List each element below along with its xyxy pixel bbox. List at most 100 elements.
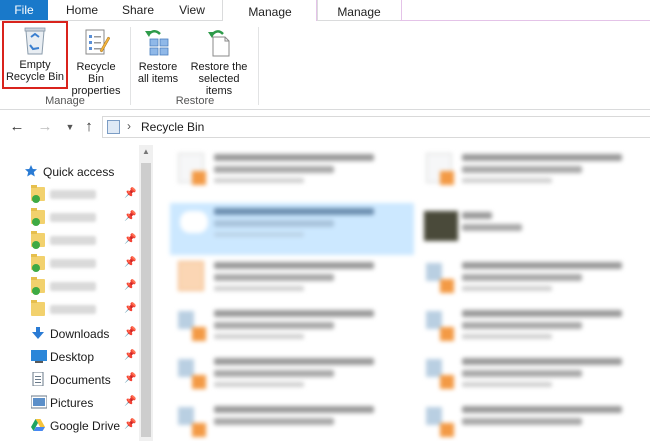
file-item[interactable] [418,257,648,299]
up-arrow-icon[interactable]: ↑ [79,117,99,137]
recycle-bin-properties-button[interactable]: Recycle Bin properties [68,25,124,97]
pin-icon[interactable]: 📌 [124,188,136,199]
nav-label-blurred [50,236,96,245]
breadcrumb-chevron-icon[interactable]: › [127,119,131,133]
tab-manage[interactable]: Manage [316,0,402,23]
nav-item-folder[interactable]: 📌 [0,207,140,229]
restore-all-items-button[interactable]: Restore all items [134,25,182,87]
nav-item-folder[interactable]: 📌 [0,230,140,252]
nav-label-blurred [50,213,96,222]
file-type-icon [440,279,454,293]
nav-item-folder[interactable]: 📌 [0,276,140,298]
nav-item-quick-access[interactable]: Quick access [0,161,140,183]
tab-home[interactable]: Home [54,0,110,20]
file-name-blurred [462,166,582,173]
nav-label-blurred [50,282,96,291]
restore-all-icon [144,27,172,57]
pin-icon[interactable]: 📌 [124,303,136,314]
file-info-blurred [462,334,552,339]
sync-ok-icon [32,241,40,249]
nav-pane-scrollbar[interactable]: ▲ [139,145,153,441]
pin-icon[interactable]: 📌 [124,419,136,430]
pin-icon[interactable]: 📌 [124,327,136,338]
nav-item-google-drive[interactable]: Google Drive 📌 [0,415,140,437]
file-item[interactable] [418,401,648,441]
file-item[interactable] [170,305,400,347]
file-item[interactable] [170,149,400,191]
file-item-selected[interactable] [170,203,414,255]
scroll-up-arrow-icon[interactable]: ▲ [139,147,153,156]
forward-arrow-icon[interactable]: → [35,117,55,137]
nav-item-downloads[interactable]: Downloads 📌 [0,323,140,345]
file-name-blurred [462,310,622,317]
nav-item-folder[interactable]: 📌 [0,253,140,275]
tab-file[interactable]: File [0,0,48,20]
pin-icon[interactable]: 📌 [124,257,136,268]
breadcrumb-recycle-bin[interactable]: Recycle Bin [141,120,204,134]
star-icon [24,164,38,178]
pin-icon[interactable]: 📌 [124,373,136,384]
file-name-blurred [462,322,582,329]
nav-label-blurred [50,190,96,199]
group-label-manage: Manage [45,95,85,107]
file-name-blurred [214,220,334,227]
recycle-bin-icon [21,25,49,55]
file-name-blurred [214,358,374,365]
back-arrow-icon[interactable]: ← [7,117,27,137]
nav-label-pictures: Pictures [50,396,94,410]
file-item[interactable] [418,353,648,395]
file-type-icon [192,375,206,389]
tab-manage-recycle-bin-tools[interactable]: Manage [222,0,318,21]
nav-label-blurred [50,305,96,314]
file-name-blurred [214,322,334,329]
pin-icon[interactable]: 📌 [124,234,136,245]
file-name-blurred [214,262,374,269]
pin-icon[interactable]: 📌 [124,280,136,291]
file-info-blurred [214,178,304,183]
folder-icon [31,208,45,226]
tab-share[interactable]: Share [110,0,166,20]
scroll-thumb[interactable] [141,163,151,437]
image-thumbnail [424,211,458,241]
nav-item-folder[interactable]: 📌 [0,184,140,206]
properties-icon [82,27,111,57]
pin-icon[interactable]: 📌 [124,211,136,222]
nav-item-desktop[interactable]: Desktop 📌 [0,346,140,368]
tab-view[interactable]: View [166,0,218,20]
nav-item-folder[interactable]: 📌 [0,299,140,321]
nav-item-documents[interactable]: Documents 📌 [0,369,140,391]
ribbon-tab-bar: File Home Share View Manage Manage [0,0,650,23]
restore-selected-icon [205,27,233,57]
empty-recycle-bin-button[interactable]: Empty Recycle Bin [2,21,68,89]
desktop-icon [31,349,47,363]
recycle-bin-properties-label: Recycle Bin properties [71,61,121,97]
nav-item-pictures[interactable]: Pictures 📌 [0,392,140,414]
nav-label-desktop: Desktop [50,350,95,364]
file-name-blurred [214,166,334,173]
file-item[interactable] [170,401,400,441]
restore-all-items-label: Restore all items [137,61,179,85]
pin-icon[interactable]: 📌 [124,396,136,407]
address-field[interactable]: › Recycle Bin [102,116,650,138]
pin-icon[interactable]: 📌 [124,350,136,361]
file-name-blurred [214,154,374,161]
recent-locations-chevron-icon[interactable]: ▼ [60,117,80,137]
documents-icon [31,371,45,387]
restore-selected-items-label: Restore the selected items [190,61,248,97]
restore-selected-items-button[interactable]: Restore the selected items [184,25,254,97]
file-name-blurred [214,208,374,215]
file-item[interactable] [170,257,400,299]
file-item[interactable] [418,305,648,347]
file-type-icon [440,375,454,389]
file-name-blurred [214,406,374,413]
file-item[interactable] [170,353,400,395]
pictures-icon [30,395,48,409]
file-item[interactable] [418,149,648,191]
folder-icon [31,231,45,249]
file-name-blurred [462,212,492,219]
address-bar-row: ← → ▼ ↑ › Recycle Bin [0,110,650,144]
file-item[interactable] [418,207,648,249]
file-type-icon [192,423,206,437]
download-arrow-icon [31,326,45,340]
group-label-restore: Restore [175,95,215,107]
